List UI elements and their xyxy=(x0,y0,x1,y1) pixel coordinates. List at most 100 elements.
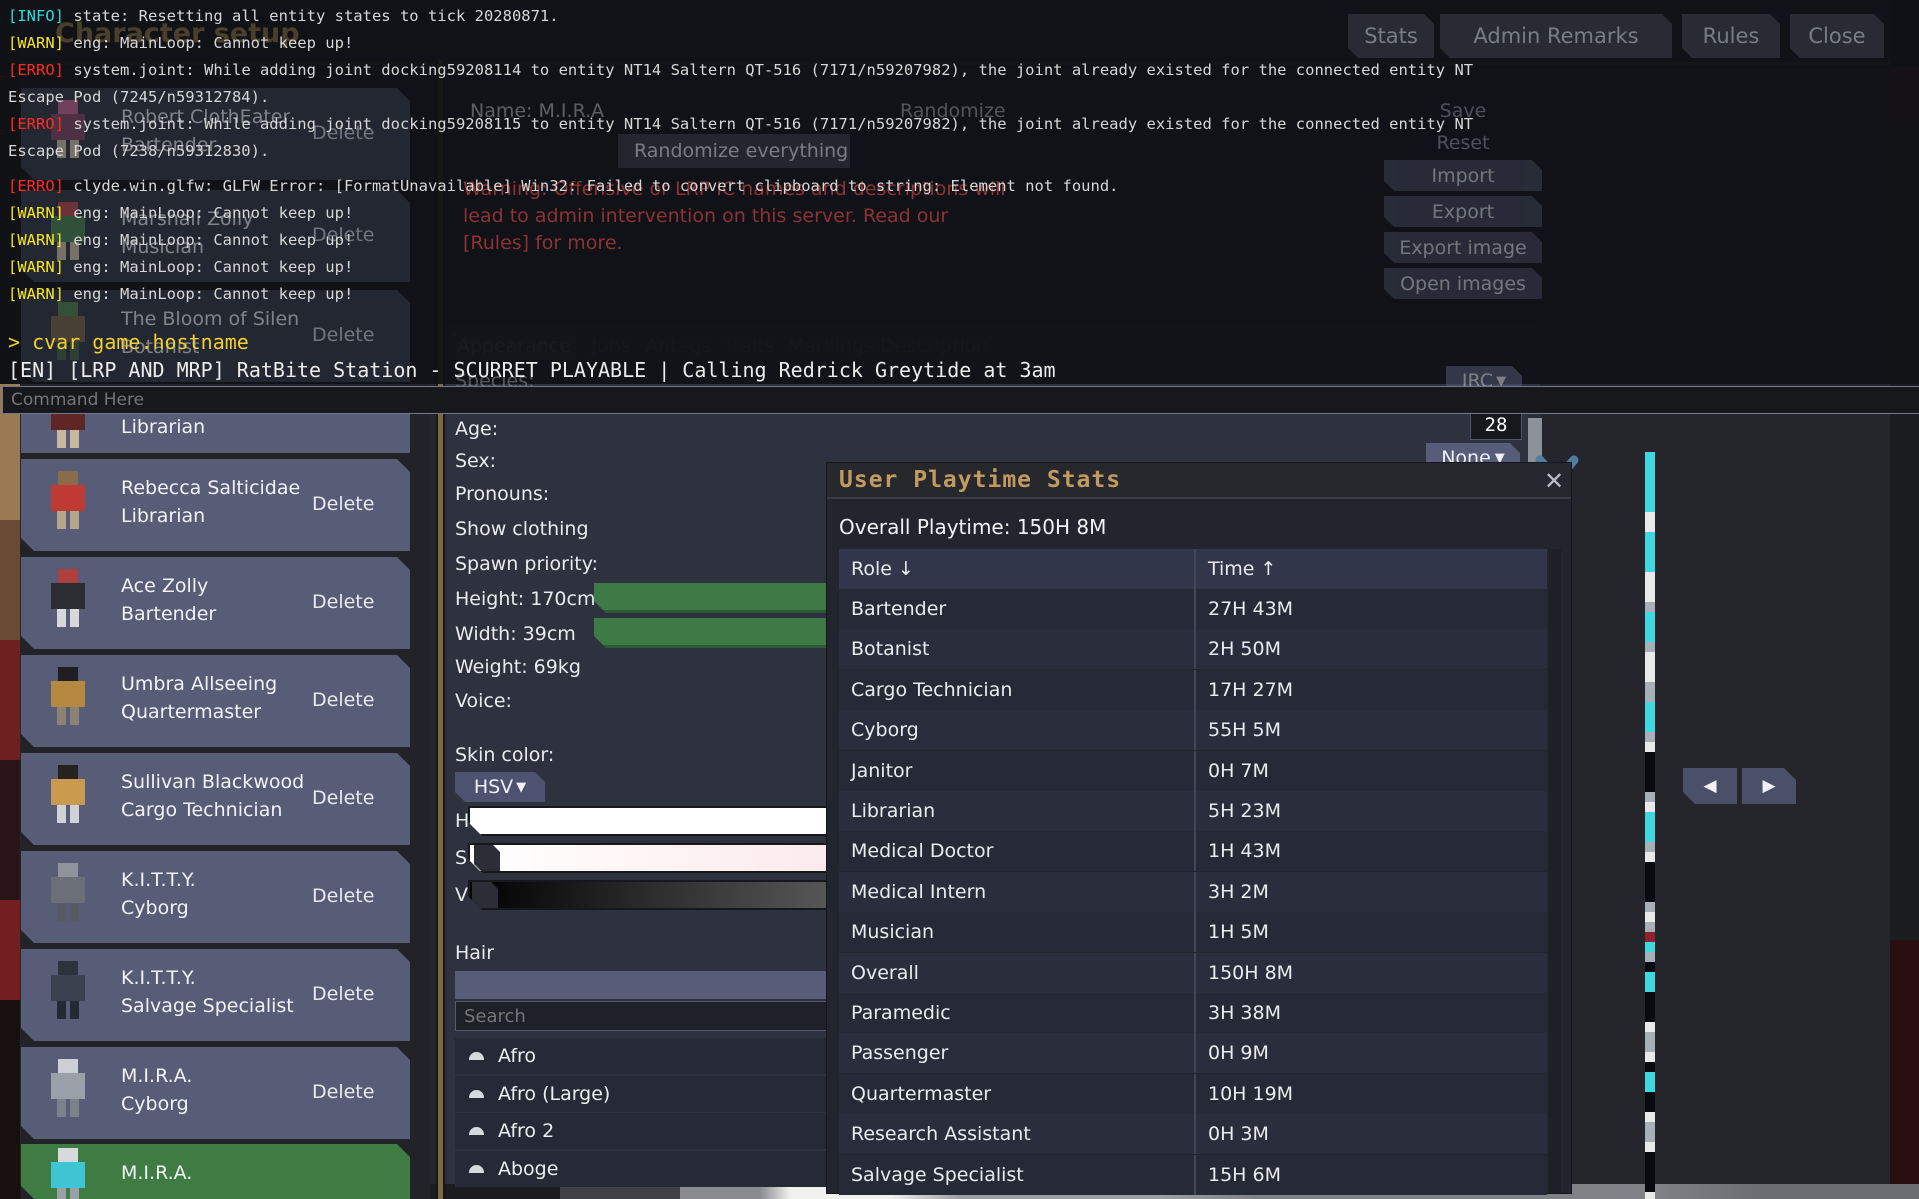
playtime-row: Quartermaster10H 19M xyxy=(839,1074,1547,1114)
character-row[interactable]: Ace ZollyBartenderDelete xyxy=(21,557,410,649)
sprite-legs xyxy=(57,707,66,725)
sprite-torso xyxy=(51,877,85,903)
button-label: Admin Remarks xyxy=(1473,24,1638,48)
log-text: eng: MainLoop: Cannot keep up! xyxy=(73,204,353,222)
character-name: M.I.R.A. xyxy=(121,1162,192,1184)
rules-button[interactable]: Rules xyxy=(1682,14,1780,58)
button-label: Close xyxy=(1808,24,1865,48)
playtime-row: Research Assistant0H 3M xyxy=(839,1114,1547,1154)
delete-button[interactable]: Delete xyxy=(312,787,374,809)
character-name: M.I.R.A. xyxy=(121,1065,192,1087)
delete-button[interactable]: Delete xyxy=(312,689,374,711)
character-sprite xyxy=(45,961,91,1023)
sprite-pixel xyxy=(1645,1192,1655,1199)
character-name: K.I.T.T.Y. xyxy=(121,967,196,989)
column-divider xyxy=(1194,791,1196,831)
preview-next-button[interactable]: ▶ xyxy=(1742,768,1796,804)
delete-button[interactable]: Delete xyxy=(312,885,374,907)
sprite-pixel xyxy=(1645,942,1655,952)
playtime-time: 55H 5M xyxy=(1208,719,1281,741)
playtime-row: Medical Doctor1H 43M xyxy=(839,831,1547,871)
playtime-role: Musician xyxy=(851,921,934,943)
stats-button[interactable]: Stats xyxy=(1348,14,1434,58)
hair-option[interactable]: Afro 2 xyxy=(455,1113,826,1149)
playtime-row: Bartender27H 43M xyxy=(839,589,1547,629)
sprite-pixel xyxy=(1645,802,1655,812)
character-row[interactable]: Umbra AllseeingQuartermasterDelete xyxy=(21,655,410,747)
playtime-row: Cyborg 55H 5M xyxy=(839,710,1547,750)
console-command-input[interactable] xyxy=(2,386,1919,414)
hair-option[interactable]: Afro xyxy=(455,1038,826,1074)
character-name: Rebecca Salticidae xyxy=(121,477,300,499)
character-row[interactable]: K.I.T.T.Y.Salvage SpecialistDelete xyxy=(21,949,410,1041)
export-image-button[interactable]: Export image xyxy=(1384,232,1542,263)
column-divider xyxy=(1194,912,1196,952)
age-input[interactable]: 28 xyxy=(1470,410,1522,440)
sprite-pixel xyxy=(1645,762,1655,772)
character-row[interactable]: K.I.T.T.Y.CyborgDelete xyxy=(21,851,410,943)
delete-button[interactable]: Delete xyxy=(312,493,374,515)
sprite-pixel xyxy=(1645,712,1655,722)
preview-prev-button[interactable]: ◀ xyxy=(1683,768,1737,804)
console-log-line: [INFO] state: Resetting all entity state… xyxy=(8,6,559,26)
close-icon[interactable]: ✕ xyxy=(1541,467,1567,493)
close-button[interactable]: Close xyxy=(1790,14,1884,58)
character-row[interactable]: M.I.R.A.CyborgDelete xyxy=(21,1047,410,1139)
character-row-selected[interactable]: M.I.R.A. xyxy=(21,1144,410,1199)
hair-option[interactable]: Aboge xyxy=(455,1151,826,1187)
button-label: Export image xyxy=(1399,237,1526,259)
playtime-row: Janitor0H 7M xyxy=(839,751,1547,791)
sprite-pixel xyxy=(1645,502,1655,512)
show-clothing-label[interactable]: Show clothing xyxy=(455,518,589,540)
hair-icon xyxy=(469,1165,484,1173)
admin-remarks-button[interactable]: Admin Remarks xyxy=(1440,14,1672,58)
color-mode-dropdown[interactable]: HSV ▼ xyxy=(455,772,545,802)
hair-selected-bar[interactable] xyxy=(455,971,826,999)
sprite-pixel xyxy=(1645,752,1655,762)
log-text: clyde.win.glfw: GLFW Error: [FormatUnava… xyxy=(73,177,1118,195)
playtime-row: Cargo Technician17H 27M xyxy=(839,670,1547,710)
character-name: The Bloom of Silen xyxy=(121,308,299,330)
column-divider xyxy=(1194,1074,1196,1114)
sprite-pixel xyxy=(1645,562,1655,572)
playtime-dialog-header[interactable]: User Playtime Stats xyxy=(827,463,1571,499)
character-row[interactable]: Rebecca SalticidaeLibrarianDelete xyxy=(21,459,410,551)
sprite-pixel xyxy=(1645,582,1655,592)
log-tag: [WARN] xyxy=(8,34,64,52)
playtime-role: Botanist xyxy=(851,638,929,660)
role-column-header[interactable]: Role ↓ xyxy=(851,558,914,580)
playtime-role: Quartermaster xyxy=(851,1083,991,1105)
hair-option-label: Afro xyxy=(498,1045,536,1067)
sprite-pixel xyxy=(1645,1122,1655,1132)
sprite-pixel xyxy=(1645,1062,1655,1072)
hair-option[interactable]: Afro (Large) xyxy=(455,1076,826,1112)
column-divider xyxy=(1194,670,1196,710)
sprite-pixel xyxy=(1645,682,1655,692)
pronouns-label: Pronouns: xyxy=(455,483,549,505)
sprite-legs xyxy=(70,805,79,823)
playtime-role: Cyborg xyxy=(851,719,919,741)
export-button[interactable]: Export xyxy=(1384,196,1542,227)
warning-line: [Rules] for more. xyxy=(463,232,623,254)
saturation-grabber[interactable] xyxy=(474,845,500,871)
delete-button[interactable]: Delete xyxy=(312,1081,374,1103)
sprite-pixel xyxy=(1645,742,1655,752)
character-row[interactable]: Sullivan BlackwoodCargo TechnicianDelete xyxy=(21,753,410,845)
character-sprite xyxy=(45,1148,91,1199)
character-sprite xyxy=(45,1059,91,1121)
hair-search-input[interactable] xyxy=(455,1001,828,1031)
color-mode-value: HSV xyxy=(474,776,513,798)
character-name: K.I.T.T.Y. xyxy=(121,869,196,891)
sprite-pixel xyxy=(1645,542,1655,552)
playtime-scrollbar-track[interactable] xyxy=(1549,549,1561,1193)
console-log-line: [WARN] eng: MainLoop: Cannot keep up! xyxy=(8,33,353,53)
column-divider xyxy=(1194,549,1196,589)
import-button[interactable]: Import xyxy=(1384,160,1542,191)
button-label: Export xyxy=(1432,201,1494,223)
height-label: Height: 170cm xyxy=(455,588,595,610)
time-column-header[interactable]: Time ↑ xyxy=(1208,558,1276,580)
open-images-button[interactable]: Open images xyxy=(1384,268,1542,299)
character-role: Librarian xyxy=(121,416,205,438)
delete-button[interactable]: Delete xyxy=(312,983,374,1005)
delete-button[interactable]: Delete xyxy=(312,591,374,613)
